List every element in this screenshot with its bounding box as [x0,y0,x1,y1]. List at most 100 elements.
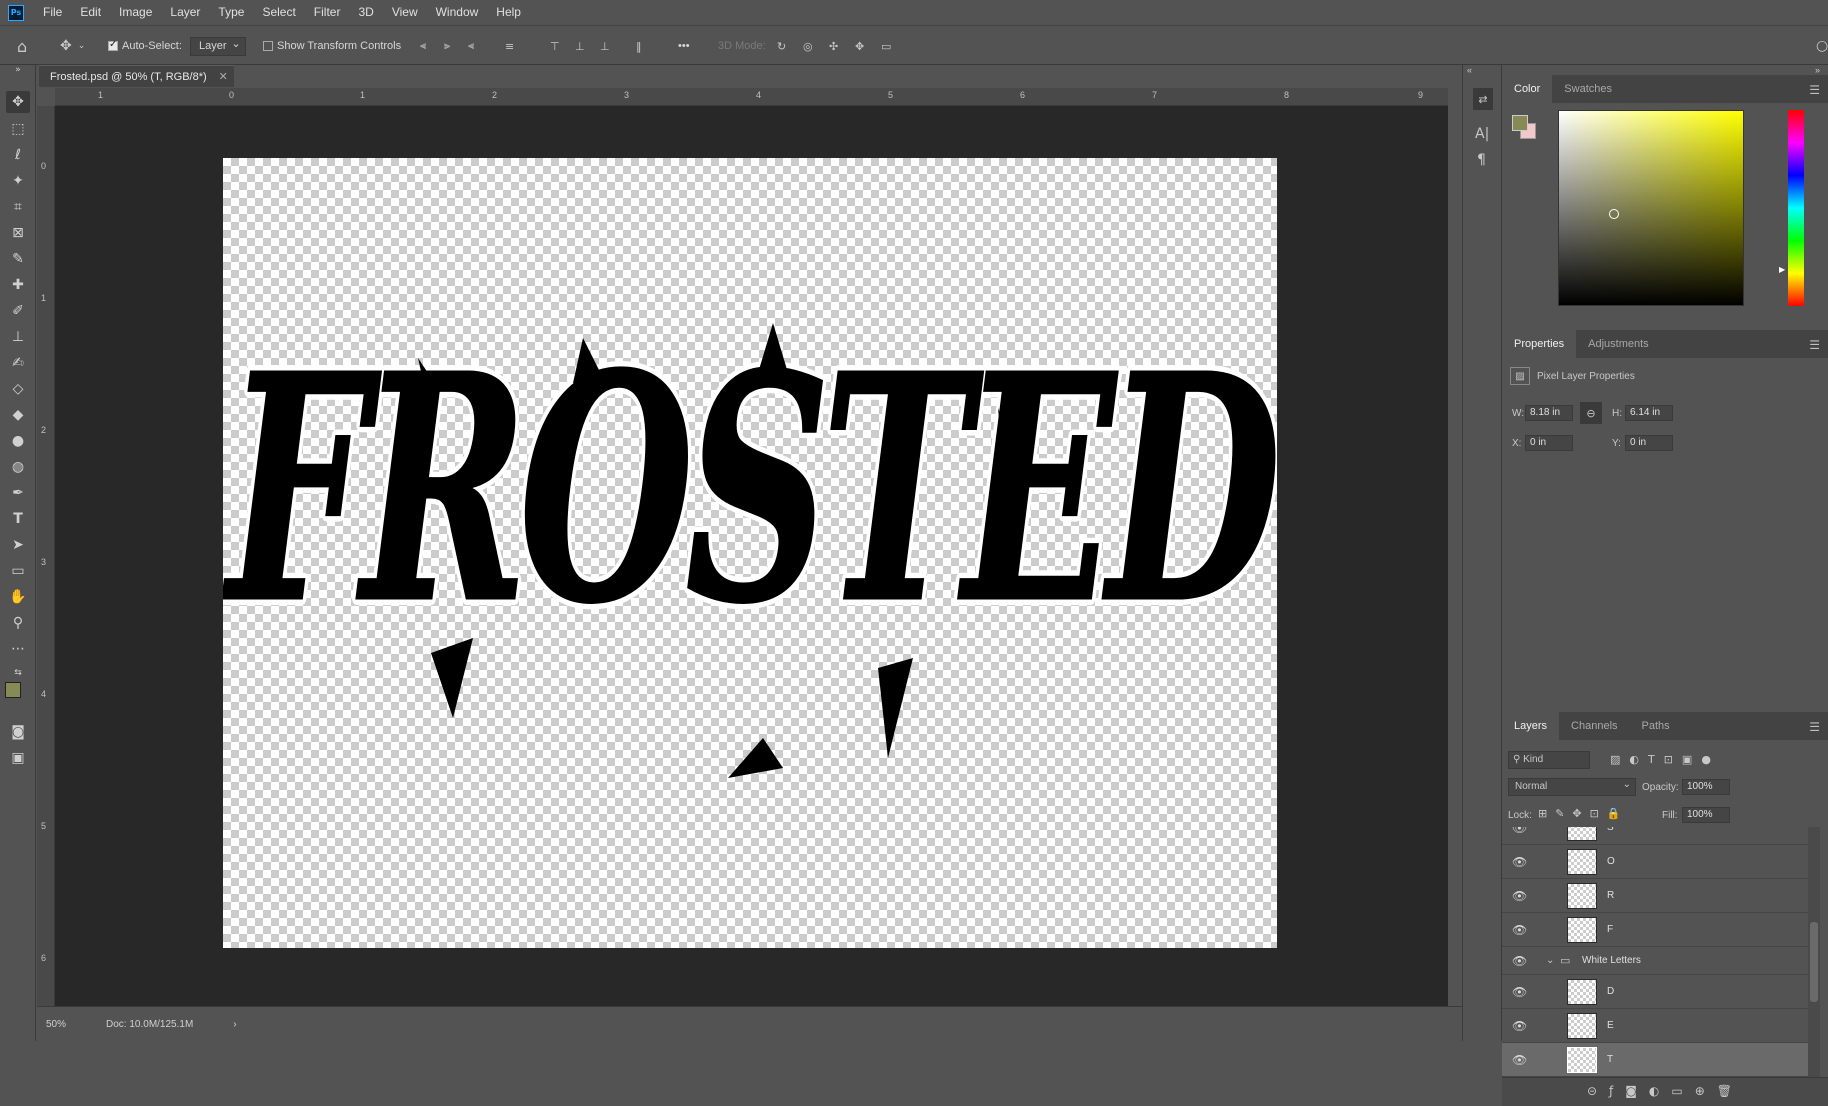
opacity-field[interactable]: 100% [1682,779,1730,795]
eye-icon[interactable]: 👁 [1512,985,1527,999]
panel-menu-icon[interactable]: ☰ [1809,83,1820,97]
align-top-icon[interactable]: ⊤ [550,26,560,66]
eye-icon[interactable]: 👁 [1512,954,1527,968]
vertical-scrollbar[interactable] [1448,88,1462,1006]
expand-panels-icon[interactable]: « [1467,65,1472,75]
x-field[interactable]: 0 in [1525,435,1573,451]
blend-mode-dropdown[interactable]: Normal ⌄ [1508,778,1636,796]
document-canvas[interactable]: FROSTED FROSTED [223,158,1277,948]
align-center-icon[interactable]: ⫸ [444,26,450,66]
history-panel-icon[interactable]: ⇄ [1473,88,1493,110]
eyedropper-tool-icon[interactable]: ✎ [6,248,30,270]
clone-stamp-tool-icon[interactable]: ⊥ [6,326,30,348]
chevron-down-icon[interactable]: ⌄ [1546,955,1554,966]
document-tab[interactable]: Frosted.psd @ 50% (T, RGB/8*) ✕ [39,65,234,87]
tab-channels[interactable]: Channels [1559,712,1629,740]
layer-filter-dropdown[interactable]: ⚲ Kind [1508,751,1590,769]
foreground-color-swatch[interactable] [5,682,21,698]
y-field[interactable]: 0 in [1625,435,1673,451]
tab-swatches[interactable]: Swatches [1552,75,1624,103]
eye-icon[interactable]: 👁 [1512,1019,1527,1033]
menu-filter[interactable]: Filter [305,0,350,25]
menu-view[interactable]: View [383,0,427,25]
tab-paths[interactable]: Paths [1630,712,1682,740]
layer-row[interactable]: 👁 F [1502,913,1808,947]
eye-icon[interactable]: 👁 [1512,855,1527,869]
color-field[interactable] [1558,110,1744,306]
paint-bucket-tool-icon[interactable]: ◆ [6,404,30,426]
link-icon[interactable]: ⊖ [1580,402,1602,424]
frame-tool-icon[interactable]: ⊠ [6,222,30,244]
eraser-tool-icon[interactable]: ◇ [6,378,30,400]
blur-tool-icon[interactable]: ● [6,430,30,452]
align-right-icon[interactable]: ⫷ [468,26,474,66]
zoom-tool-icon[interactable]: ⚲ [6,612,30,634]
auto-select-target-dropdown[interactable]: Layer [190,36,246,56]
quick-mask-icon[interactable]: ◙ [6,721,30,743]
menu-select[interactable]: Select [253,0,304,25]
hand-tool-icon[interactable]: ✋ [6,586,30,608]
edit-toolbar-icon[interactable]: ⋯ [6,638,30,660]
move-tool-preset-icon[interactable]: ✥ ⌄ [60,26,85,66]
menu-file[interactable]: File [34,0,71,25]
align-middle-icon[interactable]: ⊥ [575,26,585,66]
menu-type[interactable]: Type [209,0,253,25]
layers-scrollbar-thumb[interactable] [1810,922,1818,1002]
search-icon[interactable]: ○ [1816,26,1828,66]
brush-tool-icon[interactable]: ✐ [6,300,30,322]
path-selection-tool-icon[interactable]: ➤ [6,534,30,556]
layer-row[interactable]: 👁 S [1502,827,1808,845]
eye-icon[interactable]: 👁 [1512,889,1527,903]
hue-slider[interactable] [1788,110,1804,306]
eye-icon[interactable]: 👁 [1512,923,1527,937]
layer-row[interactable]: 👁 O [1502,845,1808,879]
menu-layer[interactable]: Layer [161,0,209,25]
eye-icon[interactable]: 👁 [1512,1053,1527,1067]
tab-adjustments[interactable]: Adjustments [1576,330,1661,358]
type-tool-icon[interactable]: T [6,508,30,530]
tab-layers[interactable]: Layers [1502,712,1560,740]
swap-colors-icon[interactable]: ⇆ [6,662,30,684]
foreground-color-chip[interactable] [1512,115,1528,131]
layers-scrollbar[interactable] [1808,827,1820,1077]
distribute-vertical-icon[interactable]: ‖ [636,26,642,66]
crop-tool-icon[interactable]: ⌗ [6,196,30,218]
character-panel-icon[interactable]: A| [1475,126,1489,142]
screen-mode-icon[interactable]: ▣ [6,747,30,769]
color-picker-handle[interactable] [1609,209,1619,219]
move-tool-icon[interactable]: ✥ [6,91,30,113]
align-bottom-icon[interactable]: ⊥ [600,26,610,66]
more-options-icon[interactable]: ••• [678,26,690,66]
panel-menu-icon[interactable]: ☰ [1809,720,1820,734]
paragraph-panel-icon[interactable]: ¶ [1477,152,1486,168]
close-icon[interactable]: ✕ [219,70,228,83]
collapse-toolbar-icon[interactable]: » [6,65,30,75]
menu-help[interactable]: Help [487,0,530,25]
menu-image[interactable]: Image [110,0,161,25]
panel-menu-icon[interactable]: ☰ [1809,338,1820,352]
shape-tool-icon[interactable]: ▭ [6,560,30,582]
height-field[interactable]: 6.14 in [1625,405,1673,421]
lock-icons[interactable]: ⊞✎✥⊡🔒 [1538,807,1629,820]
layer-action-icons[interactable]: ⊝ƒ◙◐▭⊕🗑 [1587,1084,1744,1098]
layer-row[interactable]: 👁 D [1502,975,1808,1009]
fill-field[interactable]: 100% [1682,807,1730,823]
dodge-tool-icon[interactable]: ◍ [6,456,30,478]
collapse-panels-icon[interactable]: » [1815,65,1820,75]
menu-window[interactable]: Window [427,0,488,25]
hue-slider-handle-icon[interactable]: ▶ [1779,265,1785,274]
layer-row[interactable]: 👁 E [1502,1009,1808,1043]
status-menu-arrow[interactable]: › [233,1019,236,1030]
auto-select-checkbox[interactable]: Auto-Select: [108,26,182,66]
show-transform-controls-checkbox[interactable]: Show Transform Controls [263,26,401,66]
home-icon[interactable]: ⌂ [17,26,27,66]
history-brush-tool-icon[interactable]: ✍ [6,352,30,374]
tab-properties[interactable]: Properties [1502,330,1577,358]
width-field[interactable]: 8.18 in [1525,405,1573,421]
distribute-icon[interactable]: ≡ [505,26,514,66]
align-left-icon[interactable]: ⫷ [420,26,426,66]
menu-edit[interactable]: Edit [71,0,110,25]
eye-icon[interactable]: 👁 [1512,827,1527,835]
layer-group-row[interactable]: 👁 ⌄ ▭ White Letters [1502,947,1808,975]
menu-3d[interactable]: 3D [349,0,382,25]
